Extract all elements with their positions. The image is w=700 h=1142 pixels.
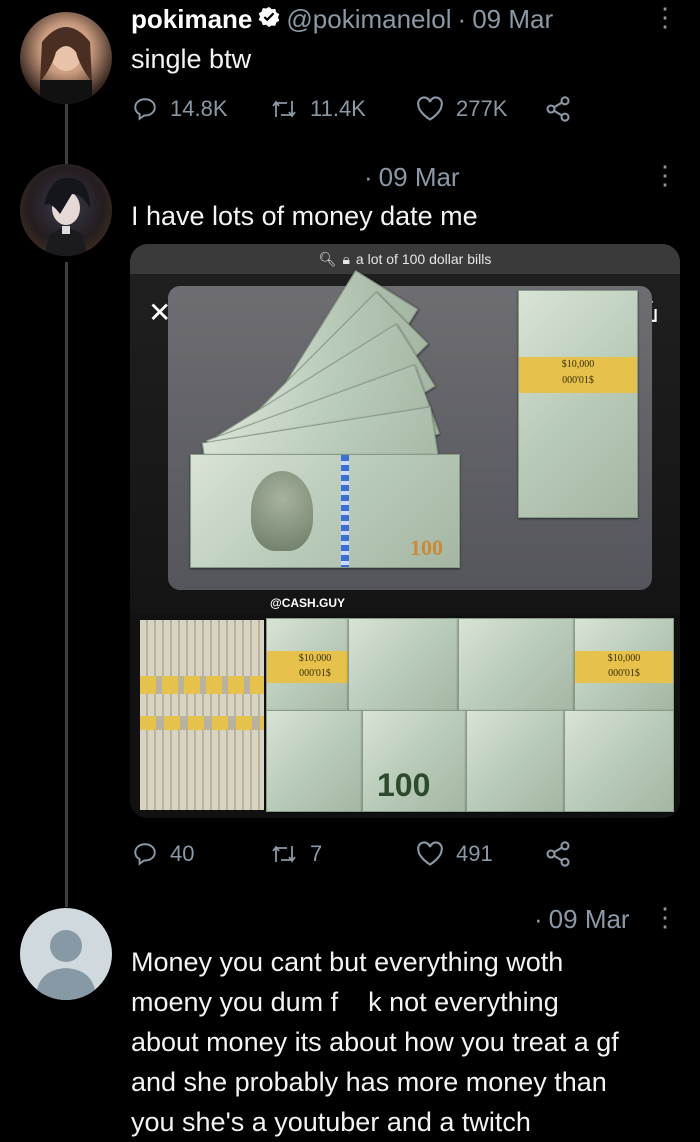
more-options-icon[interactable]: ⋮ (652, 904, 678, 930)
retweet-icon (272, 100, 296, 118)
tweet3-line: moeny you dum f k not everything (131, 987, 559, 1017)
retweet-button[interactable]: 7 (270, 841, 390, 867)
thread-line-2 (65, 262, 68, 907)
watermark: @CASH.GUY (270, 596, 346, 610)
tweet3-line: you she's a youtuber and a twitch (131, 1107, 531, 1137)
share-icon (546, 96, 570, 122)
heart-icon (417, 841, 443, 866)
bundle (466, 710, 566, 812)
avatar-anime-character[interactable] (20, 164, 112, 256)
stacked-bundle: $10,000 000'01$ (518, 290, 638, 518)
tweet2-text: I have lots of money date me (131, 201, 478, 231)
avatar-portrait-icon (40, 27, 92, 104)
like-button[interactable]: 491 (416, 841, 526, 867)
reply-button[interactable]: 40 (132, 841, 252, 867)
tweet3-text: Money you cant but everything woth moeny… (131, 942, 619, 1142)
default-profile-icon (36, 930, 96, 1000)
bundle (458, 618, 578, 712)
more-options-icon[interactable]: ⋮ (652, 162, 678, 188)
dot-separator: · (364, 162, 373, 192)
avatar-default[interactable] (20, 908, 112, 1000)
bottom-photo: $10,000 000'01$ $10,000 000'01$ 100 (130, 614, 680, 818)
reply-icon (134, 98, 156, 121)
currency-band: $10,000 000'01$ (519, 357, 637, 393)
tweet-date[interactable]: 09 Mar (549, 904, 630, 935)
tweet3-line: and she probably has more money than (131, 1067, 607, 1097)
reply-count: 40 (170, 841, 195, 866)
share-icon (546, 841, 570, 867)
tweet2-media-image[interactable]: 🔍︎ 🔒︎ a lot of 100 dollar bills ✕ 100 $1… (130, 244, 680, 818)
dot-separator: · (457, 4, 467, 34)
search-bar: 🔍︎ 🔒︎ a lot of 100 dollar bills (130, 244, 680, 274)
handle[interactable]: @pokimanelol (286, 4, 451, 35)
like-count: 491 (456, 841, 493, 866)
avatar-anime-icon (44, 177, 90, 256)
tweet1-actions: 14.8K 11.4K 277K (132, 95, 572, 123)
reply-count: 14.8K (170, 96, 228, 121)
tweet-date[interactable]: 09 Mar (472, 4, 553, 35)
thread-line-1 (65, 104, 68, 164)
retweet-count: 7 (310, 841, 323, 866)
search-query: a lot of 100 dollar bills (355, 251, 492, 267)
retweet-button[interactable]: 11.4K (270, 96, 390, 122)
tweet1-text: single btw (131, 44, 252, 74)
heart-icon (417, 96, 443, 121)
reply-icon (134, 843, 156, 866)
bundle: $10,000 000'01$ (574, 618, 674, 712)
lock-icon: 🔒︎ (342, 250, 350, 267)
verified-badge-icon (258, 4, 280, 35)
more-options-icon[interactable]: ⋮ (652, 4, 678, 30)
like-button[interactable]: 277K (416, 96, 526, 122)
tweet2-header: · 09 Mar (364, 162, 460, 193)
dot-separator: · (534, 904, 543, 934)
tweet1-header: pokimane @pokimanelol · 09 Mar (131, 4, 553, 35)
top-photo: ✕ 100 $10,000 000'01$ @CASH.GUY (130, 269, 680, 614)
bundle (266, 710, 364, 812)
cash-edges-stack (140, 620, 264, 810)
security-strip (341, 455, 349, 567)
reply-button[interactable]: 14.8K (132, 96, 252, 122)
tweet2-actions: 40 7 491 (132, 840, 572, 868)
share-button[interactable] (544, 840, 572, 868)
retweet-icon (272, 845, 296, 863)
retweet-count: 11.4K (310, 96, 366, 121)
search-icon: 🔍︎ (318, 250, 337, 267)
tweet-date[interactable]: 09 Mar (379, 162, 460, 193)
share-button[interactable] (544, 95, 572, 123)
like-count: 277K (456, 96, 508, 121)
display-name[interactable]: pokimane (131, 4, 252, 35)
tweet3-header: · 09 Mar (534, 904, 630, 935)
tweet3-line: Money you cant but everything woth (131, 947, 564, 977)
avatar-pokimane[interactable] (20, 12, 112, 104)
bundle (564, 710, 674, 812)
bundle (348, 618, 462, 712)
front-bill: 100 (190, 454, 460, 568)
bundle: 100 (362, 710, 468, 812)
bill-denomination: 100 (410, 535, 443, 560)
franklin-portrait (251, 471, 313, 551)
tweet3-line: about money its about how you treat a gf (131, 1027, 619, 1057)
